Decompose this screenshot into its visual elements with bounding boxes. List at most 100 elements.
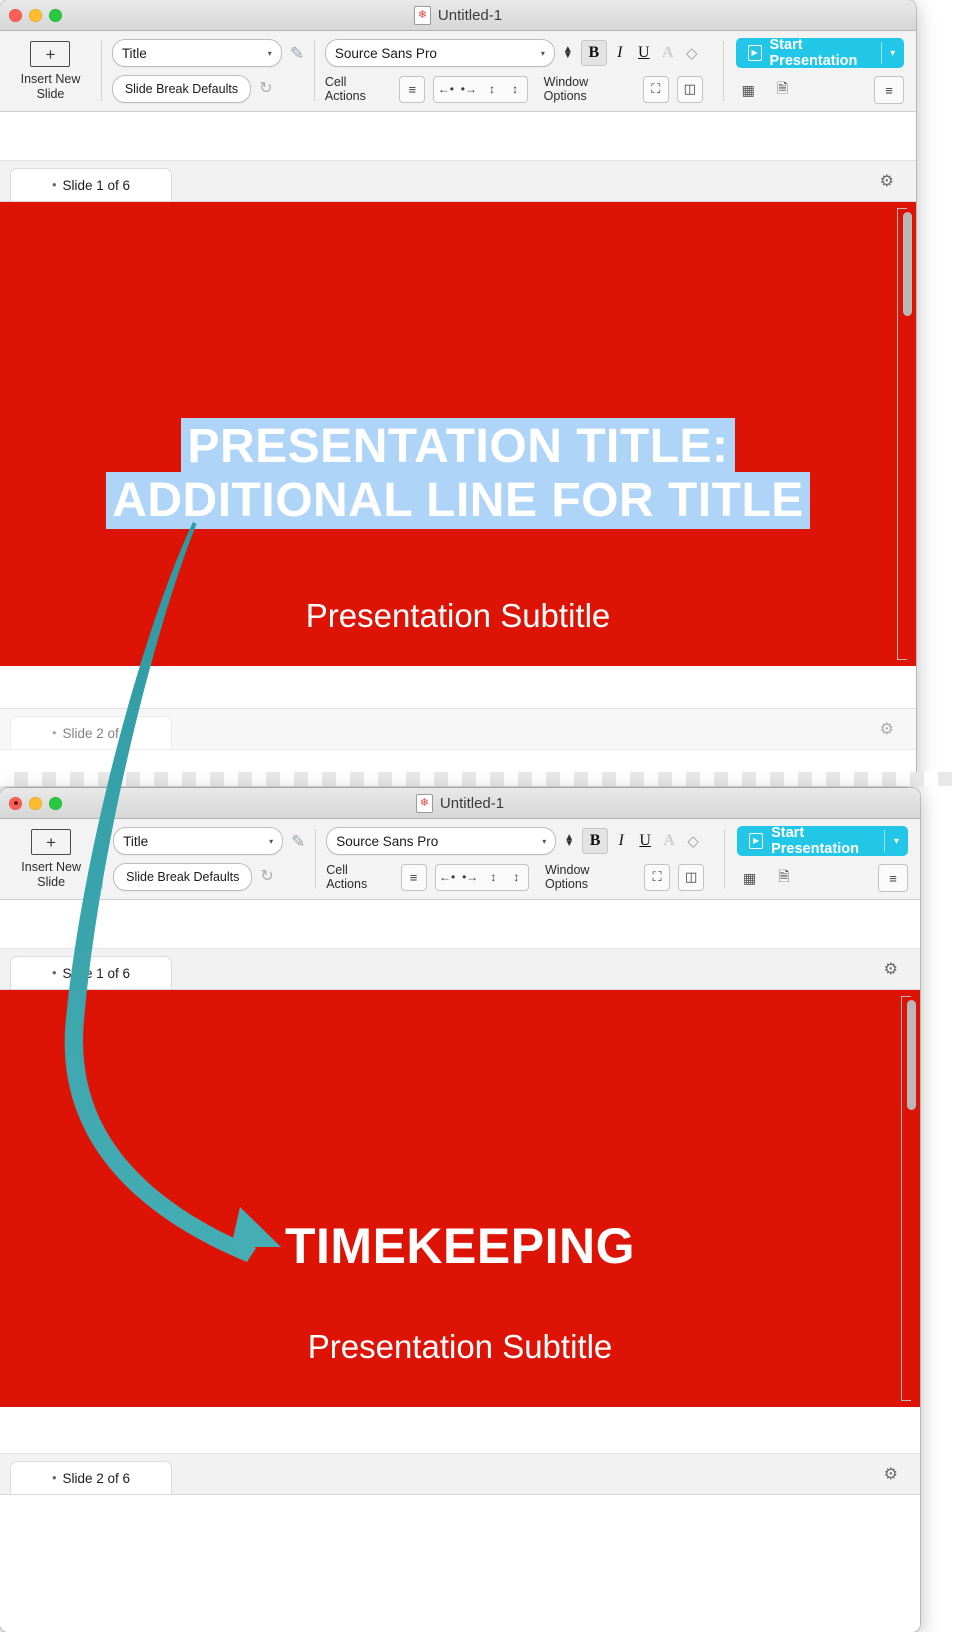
font-family-value: Source Sans Pro [334, 45, 437, 61]
bold-button[interactable]: B [580, 40, 607, 66]
presenter-notes-icon[interactable]: 🗎 [777, 78, 788, 102]
font-size-stepper[interactable]: ▲ ▼ [563, 44, 573, 61]
cell-grow-right-icon[interactable]: •→ [457, 77, 480, 102]
window-untitled-1-top[interactable]: ❄ Untitled-1 + Insert New Slide Title ▾ … [0, 0, 916, 782]
style-group[interactable]: Title ▾ ✎ Slide Break Defaults ↻ [102, 31, 314, 111]
underline-button[interactable]: U [634, 832, 656, 850]
presenter-notes-icon[interactable]: 🗎 [778, 866, 789, 890]
start-presentation-dropdown[interactable]: ▾ [885, 836, 908, 847]
font-family-select[interactable]: Source Sans Pro ▾ [326, 827, 557, 855]
font-family-value: Source Sans Pro [336, 833, 439, 849]
scrollbar-thumb[interactable] [907, 1000, 916, 1110]
cell-shrink-left-icon[interactable]: ←• [436, 865, 459, 890]
expand-fullscreen-icon[interactable]: ⛶ [644, 863, 671, 891]
document-area[interactable]: • Slide 1 of 6 ⚙ TIMEKEEPING Presentatio… [0, 900, 920, 1632]
cell-size-segmented-control[interactable]: ←• •→ ↕ ↕ [433, 75, 528, 103]
cell-shrink-left-icon[interactable]: ←• [434, 77, 457, 102]
style-group[interactable]: Title ▾ ✎ Slide Break Defaults ↻ [103, 819, 315, 899]
font-family-select[interactable]: Source Sans Pro ▾ [324, 39, 555, 67]
text-color-button[interactable]: A [658, 832, 680, 850]
grid-view-icon[interactable]: ▦ [743, 870, 756, 887]
toggle-sidebar-icon[interactable]: ◫ [678, 863, 705, 891]
window-title-group: ❄ Untitled-1 [0, 0, 916, 30]
slide-title-text[interactable]: PRESENTATION TITLE: ADDITIONAL LINE FOR … [0, 418, 916, 529]
cell-grow-down-icon[interactable]: ↕ [505, 865, 528, 890]
slide-tab-2[interactable]: • Slide 2 of 6 [10, 1461, 172, 1494]
slide-tab-label: Slide 1 of 6 [62, 177, 131, 193]
plus-in-box-icon: + [31, 829, 72, 856]
slide-title-text[interactable]: TIMEKEEPING [0, 1218, 920, 1274]
chevron-down-icon: ▾ [540, 48, 545, 58]
style-pen-icon[interactable]: ✎ [290, 45, 304, 62]
align-left-cell-icon[interactable]: ≡ [399, 75, 426, 103]
font-group[interactable]: Source Sans Pro ▾ ▲ ▼ B I U A ◇ Cell Acti… [315, 31, 713, 111]
slide-break-defaults-button[interactable]: Slide Break Defaults [113, 863, 253, 891]
document-bottom-area [0, 1495, 920, 1586]
cell-grow-right-icon[interactable]: •→ [459, 865, 482, 890]
toolbar[interactable]: + Insert New Slide Title ▾ ✎ Slide Break… [0, 819, 920, 900]
scrollbar-thumb[interactable] [903, 212, 912, 316]
slide-bottom-margin-2 [0, 1407, 920, 1454]
paragraph-style-select[interactable]: Title ▾ [113, 827, 284, 855]
slide-break-defaults-label: Slide Break Defaults [124, 82, 239, 96]
start-presentation-button[interactable]: ▶ Start Presentation ▾ [735, 38, 904, 68]
insert-new-slide-button[interactable]: + Insert New Slide [0, 819, 102, 899]
slide-break-defaults-label: Slide Break Defaults [126, 870, 240, 884]
insert-new-slide-label-line2: Slide [36, 86, 65, 101]
hamburger-icon[interactable]: ≡ [878, 864, 908, 892]
slide-subtitle-text[interactable]: Presentation Subtitle [0, 597, 916, 635]
underline-button[interactable]: U [633, 44, 655, 62]
cell-grow-down-icon[interactable]: ↕ [504, 77, 527, 102]
document-top-margin [0, 112, 916, 161]
style-pen-icon[interactable]: ✎ [291, 833, 305, 850]
slide-settings-gear-icon[interactable]: ⚙ [884, 959, 898, 979]
slide-tab-1[interactable]: • Slide 1 of 6 [10, 168, 172, 201]
slide-tab-strip-1[interactable]: • Slide 1 of 6 ⚙ [0, 949, 920, 990]
font-group[interactable]: Source Sans Pro ▾ ▲ ▼ B I U A ◇ Cell Acti… [316, 819, 714, 899]
document-area[interactable]: • Slide 1 of 6 ⚙ PRESENTATION TITLE: ADD… [0, 112, 916, 782]
toggle-sidebar-icon[interactable]: ◫ [676, 75, 703, 103]
italic-button[interactable]: I [610, 832, 632, 850]
reset-circular-arrow-icon[interactable]: ↻ [260, 869, 273, 885]
eraser-icon[interactable]: ◇ [682, 832, 704, 850]
cell-grow-up-icon[interactable]: ↕ [480, 77, 503, 102]
slide-settings-gear-icon[interactable]: ⚙ [880, 171, 894, 191]
insert-new-slide-button[interactable]: + Insert New Slide [0, 31, 101, 111]
document-top-margin [0, 900, 920, 949]
reset-circular-arrow-icon[interactable]: ↻ [259, 81, 272, 97]
slide-subtitle-text[interactable]: Presentation Subtitle [0, 1328, 920, 1366]
bold-button[interactable]: B [582, 828, 609, 854]
transparency-checker-strip [0, 772, 960, 786]
slide-break-defaults-button[interactable]: Slide Break Defaults [111, 75, 252, 103]
grid-view-icon[interactable]: ▦ [742, 82, 755, 99]
insert-new-slide-label-line2: Slide [37, 874, 66, 889]
slide-tab-strip-2[interactable]: • Slide 2 of 6 ⚙ [0, 1454, 920, 1495]
slide-title-value: TIMEKEEPING [285, 1218, 635, 1274]
cell-size-segmented-control[interactable]: ←• •→ ↕ ↕ [434, 863, 529, 891]
font-size-stepper[interactable]: ▲ ▼ [564, 832, 574, 849]
text-color-button[interactable]: A [657, 44, 679, 62]
eraser-icon[interactable]: ◇ [681, 44, 703, 62]
italic-button[interactable]: I [609, 44, 631, 62]
hamburger-icon[interactable]: ≡ [874, 76, 904, 104]
start-presentation-button[interactable]: ▶ Start Presentation ▾ [736, 826, 908, 856]
window-title: Untitled-1 [439, 794, 505, 812]
paragraph-style-select[interactable]: Title ▾ [111, 39, 282, 67]
start-presentation-dropdown[interactable]: ▾ [881, 48, 904, 59]
slide-canvas-2[interactable]: TIMEKEEPING Presentation Subtitle [0, 990, 920, 1407]
cell-grow-up-icon[interactable]: ↕ [482, 865, 505, 890]
presentation-group[interactable]: ▶ Start Presentation ▾ ▦ 🗎 ≡ [724, 31, 916, 111]
slide-settings-gear-icon[interactable]: ⚙ [880, 719, 894, 739]
vertical-scrollbar-2[interactable] [907, 996, 916, 1626]
cell-actions-label: Cell Actions [324, 75, 366, 103]
toolbar[interactable]: + Insert New Slide Title ▾ ✎ Slide Break… [0, 31, 916, 112]
slide-tab-strip-1[interactable]: • Slide 1 of 6 ⚙ [0, 161, 916, 202]
slide-settings-gear-icon[interactable]: ⚙ [884, 1464, 898, 1484]
slide-tab-1[interactable]: • Slide 1 of 6 [10, 956, 172, 989]
presentation-group[interactable]: ▶ Start Presentation ▾ ▦ 🗎 ≡ [725, 819, 920, 899]
align-left-cell-icon[interactable]: ≡ [400, 863, 427, 891]
window-untitled-1-bottom[interactable]: ❄ Untitled-1 + Insert New Slide Title ▾ … [0, 788, 920, 1632]
slide-canvas-1[interactable]: PRESENTATION TITLE: ADDITIONAL LINE FOR … [0, 202, 916, 666]
vertical-scrollbar-1[interactable] [903, 208, 912, 778]
expand-fullscreen-icon[interactable]: ⛶ [642, 75, 669, 103]
